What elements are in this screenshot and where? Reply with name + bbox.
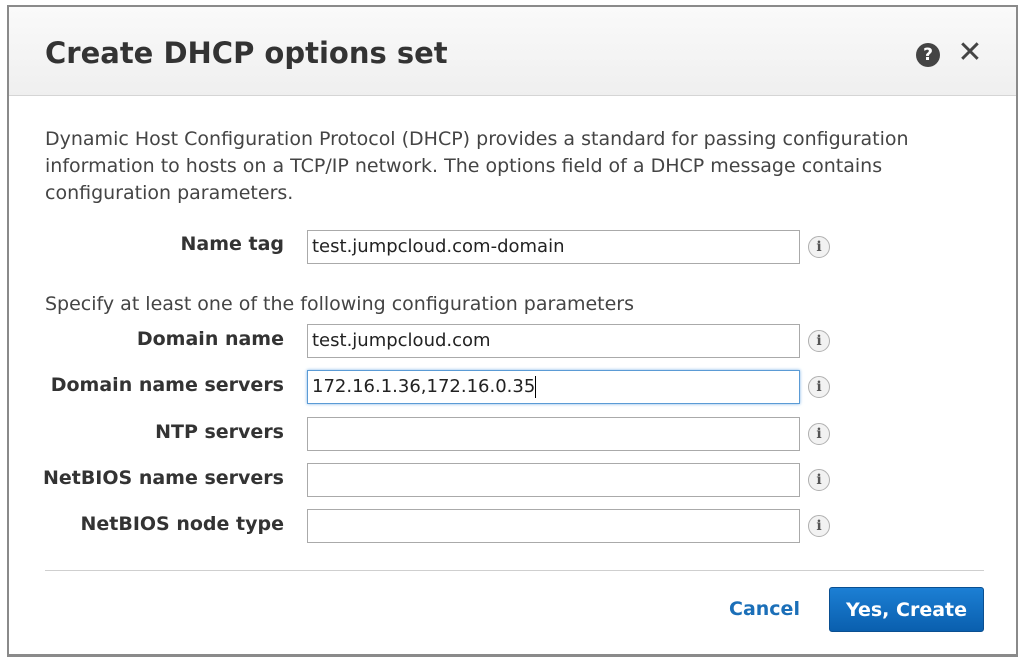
name-tag-input[interactable]: test.jumpcloud.com-domain: [307, 230, 800, 264]
name-tag-label: Name tag: [180, 233, 284, 255]
dialog-title: Create DHCP options set: [45, 36, 448, 70]
netbios-name-servers-info-icon[interactable]: i: [808, 469, 830, 491]
close-icon[interactable]: ✕: [956, 37, 984, 69]
domain-name-value: test.jumpcloud.com: [312, 330, 491, 351]
ntp-servers-label: NTP servers: [155, 421, 284, 443]
domain-name-servers-input[interactable]: 172.16.1.36,172.16.0.35: [307, 370, 800, 404]
name-tag-value: test.jumpcloud.com-domain: [312, 236, 565, 257]
ntp-servers-input[interactable]: [307, 417, 800, 451]
netbios-name-servers-label: NetBIOS name servers: [42, 467, 284, 489]
dialog-header: Create DHCP options set ? ✕: [9, 7, 1016, 96]
domain-name-info-icon[interactable]: i: [808, 330, 830, 352]
domain-name-servers-info-icon[interactable]: i: [808, 376, 830, 398]
config-subheading: Specify at least one of the following co…: [45, 293, 635, 315]
text-caret: [535, 376, 537, 398]
name-tag-info-icon[interactable]: i: [808, 236, 830, 258]
domain-name-servers-label: Domain name servers: [50, 374, 284, 396]
domain-name-input[interactable]: test.jumpcloud.com: [307, 324, 800, 358]
netbios-name-servers-input[interactable]: [307, 463, 800, 497]
netbios-node-type-input[interactable]: [307, 509, 800, 543]
help-icon[interactable]: ?: [916, 43, 940, 67]
netbios-node-type-info-icon[interactable]: i: [808, 515, 830, 537]
yes-create-button[interactable]: Yes, Create: [829, 587, 984, 632]
domain-name-servers-value: 172.16.1.36,172.16.0.35: [312, 376, 536, 397]
netbios-node-type-label: NetBIOS node type: [80, 513, 284, 535]
ntp-servers-info-icon[interactable]: i: [808, 423, 830, 445]
create-dhcp-options-dialog: Create DHCP options set ? ✕ Dynamic Host…: [7, 5, 1018, 657]
dialog-description: Dynamic Host Configuration Protocol (DHC…: [45, 128, 909, 204]
cancel-button[interactable]: Cancel: [729, 598, 800, 620]
footer-divider: [45, 570, 984, 571]
domain-name-label: Domain name: [136, 328, 284, 350]
